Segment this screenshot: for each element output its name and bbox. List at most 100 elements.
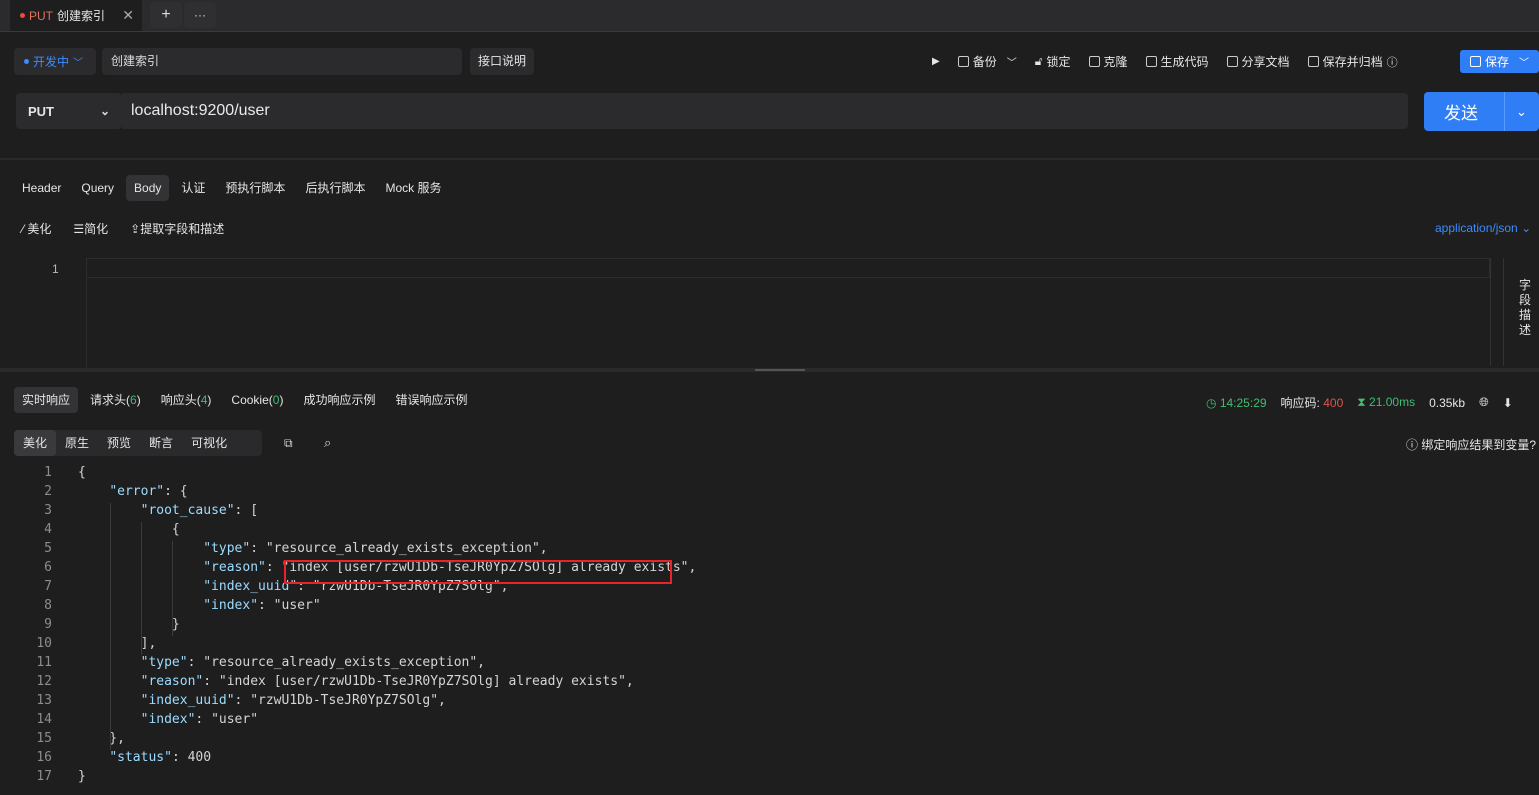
code-line-text: "index_uuid": "rzwU1Db-TseJR0YpZ7SOlg", — [140, 693, 446, 708]
api-doc-button[interactable]: 接口说明 — [470, 48, 534, 75]
request-tabs: Header Query Body 认证 预执行脚本 后执行脚本 Mock 服务 — [14, 175, 449, 201]
tab-post-script[interactable]: 后执行脚本 — [297, 175, 373, 201]
code-line: 10 ], — [0, 636, 1539, 655]
cookie-count: 0 — [272, 393, 280, 407]
indent-guide — [110, 503, 111, 750]
duration: ⧗ 21.00ms — [1357, 395, 1415, 410]
toolbar: ▶ 备份 ﹀ 🔓︎ 锁定 克隆 生成代码 分享文档 保存并归档 ⓘ — [932, 48, 1416, 75]
view-visualize[interactable]: 可视化 — [182, 430, 236, 456]
tab-query[interactable]: Query — [73, 175, 122, 201]
tab-cookie[interactable]: Cookie(0) — [223, 387, 291, 413]
tab-header[interactable]: Header — [14, 175, 69, 201]
tab-body[interactable]: Body — [126, 175, 170, 201]
tab-response-headers[interactable]: 响应头(4) — [153, 387, 220, 413]
tab-create-index[interactable]: PUT 创建索引 ✕ — [10, 0, 142, 31]
view-raw[interactable]: 原生 — [56, 430, 98, 456]
view-preview[interactable]: 预览 — [98, 430, 140, 456]
lock-button[interactable]: 🔓︎ 锁定 — [1035, 53, 1071, 70]
view-beautify[interactable]: 美化 — [14, 430, 57, 456]
beautify-button[interactable]: ⁄ 美化 — [22, 220, 51, 237]
splitter-grip[interactable] — [755, 369, 805, 371]
body-editor[interactable] — [86, 258, 1490, 278]
indent-guide — [141, 522, 142, 655]
unsaved-dot-icon — [20, 13, 25, 18]
close-icon[interactable]: ✕ — [122, 7, 134, 24]
response-size: 0.35kb — [1429, 395, 1466, 410]
url-input[interactable]: localhost:9200/user — [122, 93, 1408, 129]
bind-response-to-variable[interactable]: ⓘ 绑定响应结果到变量? — [1406, 436, 1536, 453]
backup-icon — [957, 56, 969, 67]
environment-select[interactable]: 开发中 ﹀ — [14, 48, 96, 75]
indent-guide — [172, 541, 173, 636]
tab-auth[interactable]: 认证 — [173, 175, 213, 201]
code-line-text: "error": { — [109, 484, 188, 499]
code-line: 9 } — [0, 617, 1539, 636]
chevron-down-icon[interactable]: ⌄ — [1516, 104, 1527, 120]
request-name-input[interactable]: 创建索引 — [102, 48, 462, 75]
code-line-text: }, — [78, 731, 125, 746]
extract-fields-button[interactable]: ⇪提取字段和描述 — [130, 220, 224, 237]
backup-button[interactable]: 备份 ﹀ — [957, 53, 1017, 70]
beautify-label: 美化 — [27, 222, 52, 236]
content-type-label: application/json — [1435, 221, 1518, 235]
method-select[interactable]: PUT ⌄ — [16, 93, 122, 129]
code-line-number: 14 — [36, 712, 52, 727]
chevron-down-icon[interactable]: ﹀ — [1519, 54, 1529, 69]
share-icon — [1226, 56, 1238, 67]
resp-headers-count: 4 — [200, 393, 208, 407]
save-button[interactable]: 保存 ﹀ — [1460, 50, 1539, 73]
generate-code-button[interactable]: 生成代码 — [1145, 53, 1209, 70]
response-tabs: 实时响应 请求头(6) 响应头(4) Cookie(0) 成功响应示例 错误响应… — [14, 387, 476, 413]
simplify-label: 简化 — [84, 222, 109, 236]
editor-scrollbar[interactable] — [1490, 258, 1504, 366]
req-headers-label: 请求头 — [90, 393, 127, 407]
code-line-text: } — [78, 769, 86, 784]
env-dot-icon — [24, 59, 29, 64]
send-button[interactable]: 发送 ⌄ — [1424, 92, 1539, 131]
code-line: 11 "type": "resource_already_exists_exce… — [0, 655, 1539, 674]
code-line-number: 1 — [44, 465, 52, 480]
magic-icon: ⁄ — [22, 222, 25, 236]
tab-mock[interactable]: Mock 服务 — [377, 175, 449, 201]
code-line-number: 13 — [36, 693, 52, 708]
field-description-toggle[interactable]: 字段描述 — [1518, 278, 1532, 338]
add-tab-button[interactable]: + — [150, 2, 182, 28]
code-line-number: 11 — [36, 655, 52, 670]
code-line-number: 12 — [36, 674, 52, 689]
code-line: 6 "reason": "index [user/rzwU1Db-TseJR0Y… — [0, 560, 1539, 579]
editor-gutter-line — [86, 258, 87, 368]
view-mode-tabs: 美化 原生 预览 断言 可视化 — [14, 430, 262, 456]
list-icon: ☰ — [73, 222, 85, 236]
code-line: 17} — [0, 769, 1539, 788]
tab-bar: PUT 创建索引 ✕ + ··· — [0, 0, 1539, 32]
code-line: 15 }, — [0, 731, 1539, 750]
globe-icon[interactable]: 🌐︎ — [1479, 395, 1489, 410]
search-icon[interactable]: ⌕ — [324, 435, 331, 451]
clone-button[interactable]: 克隆 — [1088, 53, 1128, 70]
view-assert[interactable]: 断言 — [140, 430, 182, 456]
code-line-number: 16 — [36, 750, 52, 765]
simplify-button[interactable]: ☰简化 — [73, 220, 108, 237]
tab-error-example[interactable]: 错误响应示例 — [387, 387, 475, 413]
download-icon[interactable]: ⬇︎ — [1503, 396, 1513, 410]
chevron-down-icon: ⌄ — [99, 104, 110, 118]
archive-icon — [1307, 56, 1319, 67]
save-archive-label: 保存并归档 — [1322, 55, 1383, 69]
run-button[interactable]: ▶ — [932, 56, 940, 67]
code-line-number: 4 — [44, 522, 52, 537]
code-line: 14 "index": "user" — [0, 712, 1539, 731]
more-tabs-button[interactable]: ··· — [184, 2, 216, 28]
share-doc-button[interactable]: 分享文档 — [1226, 53, 1290, 70]
help-icon: ⓘ — [1386, 56, 1398, 69]
extract-label: 提取字段和描述 — [140, 222, 225, 236]
copy-icon[interactable]: ⧉ — [284, 436, 293, 451]
tab-pre-script[interactable]: 预执行脚本 — [217, 175, 293, 201]
content-type-select[interactable]: application/json ⌄ — [1435, 221, 1531, 235]
send-label: 发送 — [1444, 104, 1478, 123]
tab-request-headers[interactable]: 请求头(6) — [82, 387, 149, 413]
tab-live-response[interactable]: 实时响应 — [14, 387, 79, 413]
code-line: 5 "type": "resource_already_exists_excep… — [0, 541, 1539, 560]
save-archive-button[interactable]: 保存并归档 ⓘ — [1307, 53, 1398, 70]
tab-success-example[interactable]: 成功响应示例 — [295, 387, 383, 413]
send-divider — [1504, 92, 1505, 131]
